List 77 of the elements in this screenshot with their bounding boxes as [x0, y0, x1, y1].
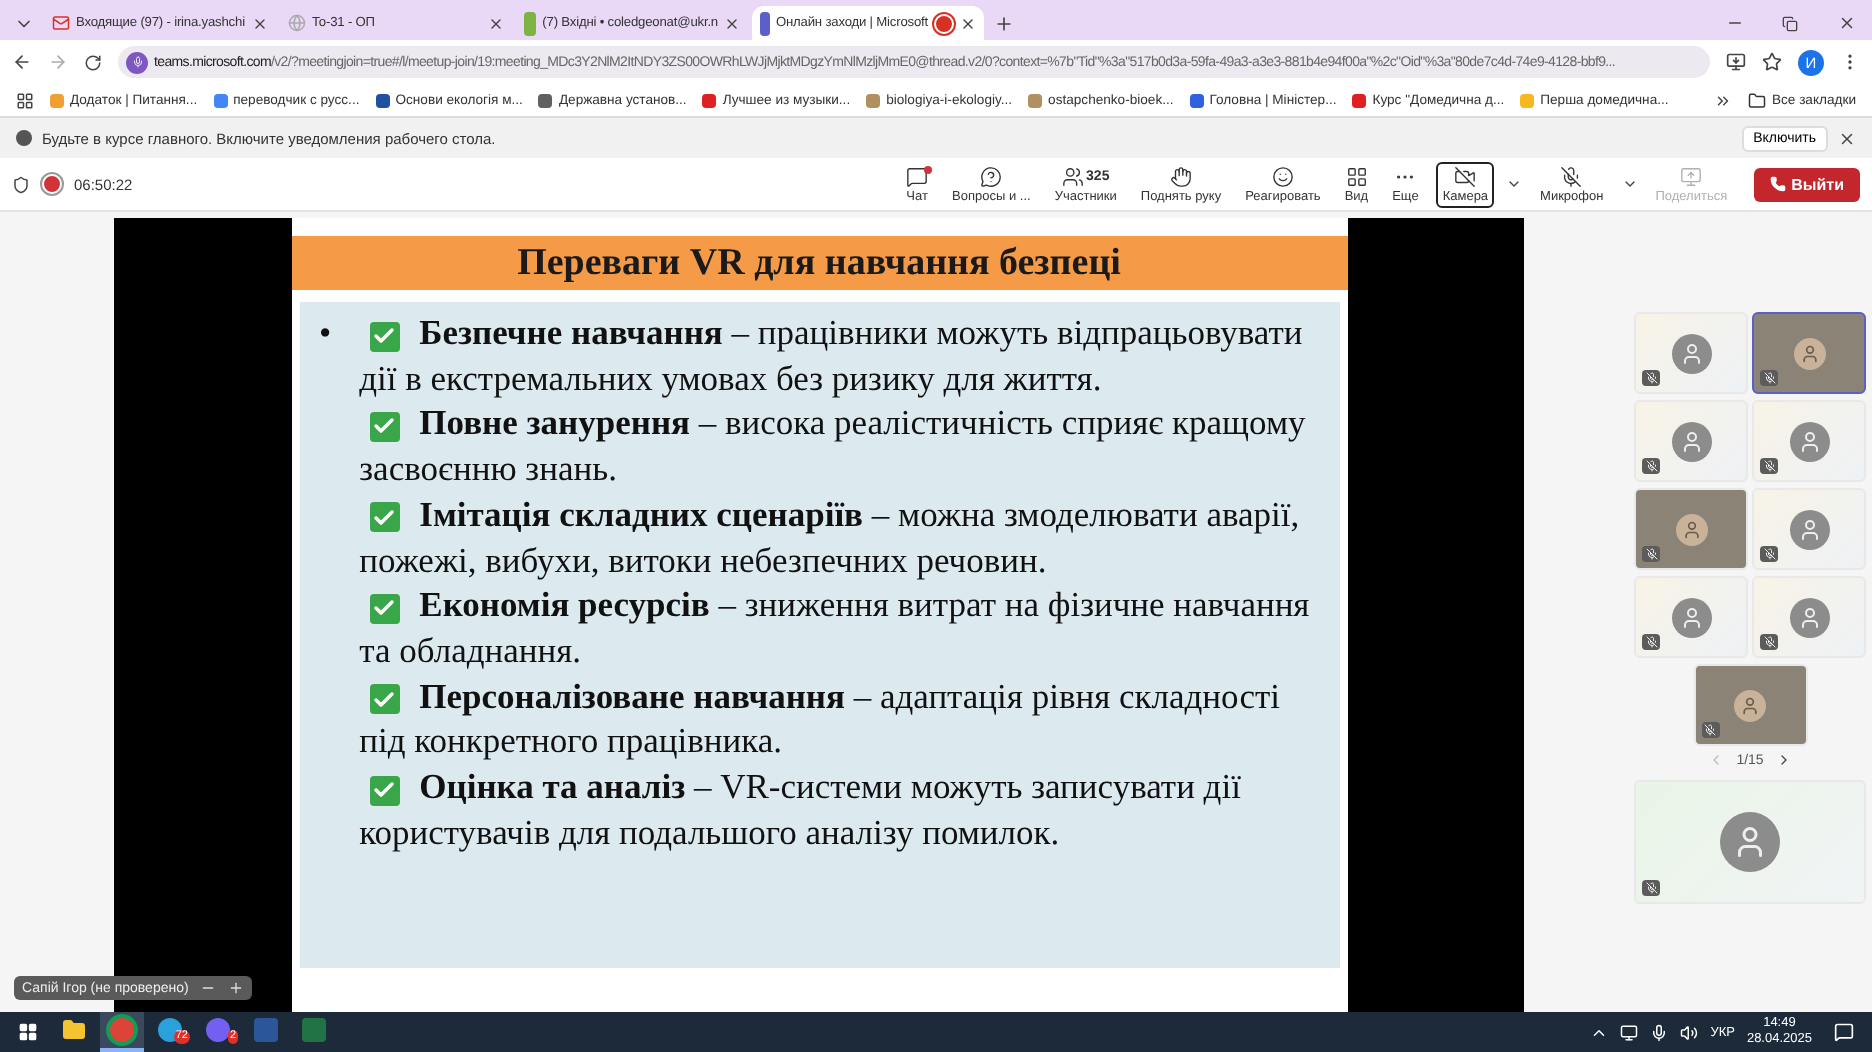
mic-off-icon [1760, 458, 1778, 474]
participant-tile[interactable] [1634, 576, 1748, 658]
reload-icon[interactable] [84, 53, 102, 71]
participant-tile[interactable] [1752, 488, 1866, 570]
mic-off-icon [1760, 546, 1778, 562]
close-icon [1837, 14, 1855, 32]
mail-icon [52, 14, 70, 32]
mic-off-icon [1642, 370, 1660, 386]
avatar-icon [1720, 812, 1780, 872]
leave-button[interactable]: Выйти [1753, 167, 1860, 201]
avatar-icon [1789, 421, 1829, 461]
avatar-icon [1789, 509, 1829, 549]
participant-tile[interactable] [1634, 400, 1748, 482]
globe-icon [288, 14, 306, 32]
close-icon[interactable] [488, 15, 504, 31]
camera-off-icon [1454, 165, 1477, 187]
restore-icon [1782, 15, 1798, 31]
apps-icon[interactable] [16, 91, 34, 109]
video-tile[interactable] [1752, 312, 1866, 394]
close-icon[interactable] [252, 15, 268, 31]
participant-tile[interactable] [1634, 312, 1748, 394]
mic-off-icon [1642, 880, 1660, 896]
question-icon [980, 165, 1003, 187]
close-icon[interactable] [960, 15, 976, 31]
microphone-icon[interactable] [1650, 1023, 1669, 1041]
plus-icon [994, 13, 1014, 33]
taskbar-app-icon[interactable] [100, 1012, 144, 1052]
zoom-in-icon[interactable] [228, 980, 245, 996]
site-icon [524, 11, 537, 35]
mic-off-icon [1642, 634, 1660, 650]
smiley-icon [1271, 165, 1294, 187]
avatar-icon [1671, 597, 1711, 637]
person-icon [1681, 519, 1701, 539]
close-icon[interactable] [1838, 129, 1856, 147]
phone-icon [1769, 176, 1786, 192]
folder-icon [1747, 91, 1766, 109]
mic-off-icon [1760, 370, 1778, 386]
site-info-icon[interactable] [126, 51, 148, 73]
hand-icon [1170, 165, 1192, 187]
person-icon [1740, 695, 1760, 715]
participant-tile[interactable] [1752, 576, 1866, 658]
slide-item: Персоналізоване навчання – адаптація рівня складності під конкретного працівника. [359, 673, 1283, 765]
avatar-icon [1789, 597, 1829, 637]
share-screen-icon [1680, 165, 1703, 187]
back-icon[interactable] [12, 52, 32, 72]
star-icon[interactable] [1762, 52, 1782, 72]
grid-icon [1345, 165, 1368, 187]
person-icon [1799, 343, 1819, 363]
slide-title: Переваги VR для навчання безпеці [291, 236, 1347, 290]
network-icon[interactable] [1620, 1023, 1639, 1041]
more-bookmarks-icon[interactable] [1713, 91, 1732, 109]
recording-icon [42, 174, 62, 194]
info-icon [16, 130, 32, 146]
install-icon[interactable] [1726, 52, 1746, 72]
mic-off-icon [1760, 634, 1778, 650]
mic-off-icon [1642, 546, 1660, 562]
mic-off-icon [1560, 165, 1583, 187]
shield-icon [12, 175, 30, 193]
caret-icon[interactable] [1621, 176, 1638, 192]
participant-tile[interactable] [1752, 400, 1866, 482]
bullet: • [319, 310, 332, 356]
slide-item: Повне занурення – висока реалістичність сприяє кращому засвоєнню знань. [359, 400, 1308, 492]
chat-icon [906, 165, 929, 187]
people-icon [1062, 165, 1085, 187]
slide-item: Економія ресурсів – зниження витрат на фізичне навчання та обладнання. [359, 582, 1311, 674]
mic-off-icon [1701, 722, 1719, 738]
volume-icon[interactable] [1680, 1023, 1699, 1041]
avatar-icon [1671, 333, 1711, 373]
close-icon[interactable] [724, 15, 740, 31]
slide-item: Імітація складних сценаріїв – можна змоделювати аварії, пожежі, вибухи, витоки небезпечних речовин. [359, 491, 1302, 583]
slide-item: Безпечне навчання – працівники можуть відпрацьовувати дії в екстремальних умовах без ризику для життя. [359, 310, 1305, 401]
site-icon [760, 11, 770, 35]
avatar-icon [1671, 421, 1711, 461]
participant-tile[interactable] [1634, 780, 1866, 904]
mic-off-icon [1642, 458, 1660, 474]
caret-icon[interactable] [1506, 176, 1523, 192]
slide-item: Оцінка та аналіз – VR-системи можуть записувати дії користувачів для подальшого аналізу помилок. [359, 764, 1243, 855]
